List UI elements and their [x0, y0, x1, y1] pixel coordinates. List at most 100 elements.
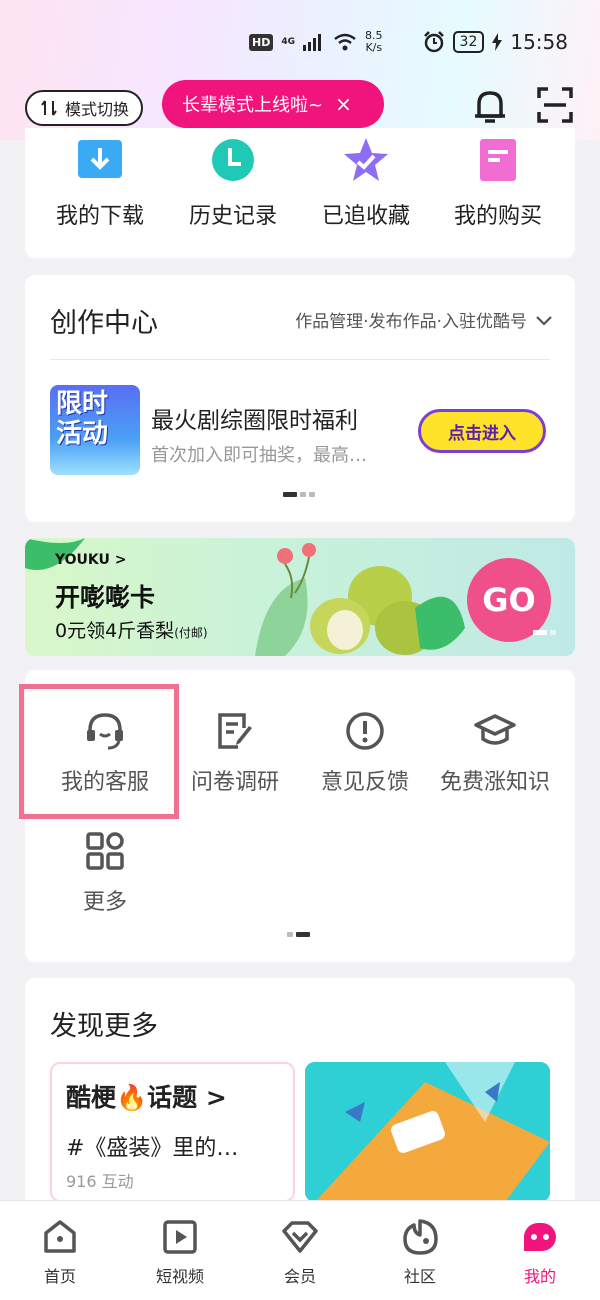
tab-profile[interactable]: 我的 — [490, 1217, 590, 1287]
pager-dot — [550, 630, 556, 635]
profile-icon — [524, 1223, 556, 1251]
service-label: 我的客服 — [60, 770, 149, 795]
promo-title[interactable]: 最火剧综圈限时福利 — [151, 401, 358, 435]
discover-card: 发现更多 酷梗🔥话题 > #《盛装》里的… 916 互动 — [25, 978, 575, 1218]
services-pager-dots — [287, 932, 310, 937]
community-icon — [403, 1219, 438, 1255]
quick-item-history[interactable]: 历史记录 — [168, 136, 298, 230]
quick-item-purchases[interactable]: 我的购买 — [433, 136, 563, 230]
pager-dot-active — [296, 932, 310, 937]
service-customer-support[interactable]: 我的客服 — [35, 710, 175, 796]
geometric-art-icon — [305, 1062, 550, 1202]
status-bar: HD 4G 8.5 K/s 32 15:58 — [0, 0, 600, 84]
topic-card[interactable]: 酷梗🔥话题 > #《盛装》里的… 916 互动 — [50, 1062, 295, 1202]
tab-label: 短视频 — [155, 1267, 204, 1286]
mode-switch-button[interactable]: 模式切换 — [25, 90, 143, 126]
status-right: 32 15:58 — [423, 30, 568, 54]
tab-short-video[interactable]: 短视频 — [130, 1217, 230, 1287]
hd-badge: HD — [249, 33, 274, 51]
quick-item-label: 我的下载 — [55, 204, 144, 229]
tab-label: 会员 — [283, 1267, 316, 1286]
bag-icon — [480, 139, 516, 181]
battery-indicator: 32 — [452, 31, 485, 53]
feedback-icon — [346, 712, 384, 750]
pear-illustration-icon — [255, 543, 465, 656]
banner-brand: YOUKU > — [55, 552, 127, 568]
elder-toast-text: 长辈模式上线啦~ — [182, 95, 324, 116]
creation-links-text: 作品管理·发布作品·入驻优酷号 — [295, 312, 527, 332]
quick-item-label: 我的购买 — [453, 204, 542, 229]
enter-button[interactable]: 点击进入 — [418, 409, 546, 453]
banner-subtitle: 0元领4斤香梨(付邮) — [55, 616, 208, 643]
survey-icon — [218, 713, 252, 749]
quick-item-label: 已追收藏 — [321, 204, 410, 229]
wifi-icon — [334, 33, 356, 51]
star-icon — [344, 138, 388, 181]
banner-title: 开嘭嘭卡 — [55, 583, 156, 612]
short-video-icon — [163, 1220, 197, 1254]
service-label: 免费涨知识 — [439, 770, 550, 795]
divider — [50, 359, 550, 360]
service-free-knowledge[interactable]: 免费涨知识 — [425, 710, 565, 796]
quick-item-favorites[interactable]: 已追收藏 — [301, 136, 431, 230]
quick-actions-card: 我的下载 历史记录 已追收藏 我的购买 — [25, 128, 575, 258]
tab-label: 社区 — [403, 1267, 436, 1286]
creation-center-card: 创作中心 作品管理·发布作品·入驻优酷号 限时活动 最火剧综圈限时福利 首次加入… — [25, 275, 575, 522]
discover-image[interactable] — [305, 1062, 550, 1202]
promo-pager-dots — [283, 492, 315, 497]
close-icon[interactable]: × — [335, 92, 352, 116]
customer-service-icon — [87, 713, 123, 750]
clock-time: 15:58 — [510, 30, 568, 54]
pager-dot — [309, 492, 315, 497]
clock-icon — [212, 139, 254, 181]
elder-mode-toast[interactable]: 长辈模式上线啦~ × — [162, 80, 384, 128]
pager-dot — [300, 492, 306, 497]
tab-community[interactable]: 社区 — [370, 1217, 470, 1287]
pager-dot-active — [533, 630, 547, 635]
swap-arrows-icon — [41, 100, 57, 116]
bottom-tab-bar: 首页 短视频 会员 社区 我的 — [0, 1200, 600, 1300]
grid-more-icon — [86, 832, 124, 870]
chevron-down-icon — [536, 315, 552, 326]
topic-text: #《盛装》里的… — [66, 1136, 239, 1161]
promo-thumb-text: 限时活动 — [56, 389, 109, 449]
promo-subtitle: 首次加入即可抽奖，最高… — [151, 445, 367, 466]
speed-unit: K/s — [365, 41, 383, 54]
status-indicators: HD 4G 8.5 K/s — [249, 30, 383, 54]
pager-dot-active — [283, 492, 297, 497]
banner-subtitle-note: (付邮) — [174, 626, 208, 640]
tab-home[interactable]: 首页 — [10, 1217, 110, 1287]
promo-banner[interactable]: YOUKU > 开嘭嘭卡 0元领4斤香梨(付邮) GO — [25, 538, 575, 656]
charging-icon — [492, 33, 503, 51]
scan-icon[interactable] — [536, 86, 574, 124]
service-survey[interactable]: 问卷调研 — [165, 710, 305, 796]
tab-vip[interactable]: 会员 — [250, 1217, 350, 1287]
topic-brand: 酷梗🔥话题 > — [66, 1078, 227, 1114]
download-icon — [78, 140, 122, 178]
topic-meta: 916 互动 — [66, 1172, 134, 1191]
network-type: 4G — [281, 37, 296, 47]
creation-center-title: 创作中心 — [50, 308, 158, 339]
creation-center-links[interactable]: 作品管理·发布作品·入驻优酷号 — [295, 307, 553, 332]
service-label: 问卷调研 — [190, 770, 279, 795]
quick-item-downloads[interactable]: 我的下载 — [35, 136, 165, 230]
banner-pager-dots — [533, 630, 556, 635]
service-label: 意见反馈 — [320, 770, 409, 795]
network-speed: 8.5 K/s — [365, 30, 383, 54]
vip-diamond-icon — [282, 1221, 318, 1253]
bell-icon[interactable] — [470, 86, 510, 126]
signal-icon — [303, 34, 322, 51]
services-card: 我的客服 问卷调研 意见反馈 免费涨知识 更多 — [25, 670, 575, 962]
mode-switch-label: 模式切换 — [64, 100, 129, 119]
pager-dot — [287, 932, 293, 937]
service-more[interactable]: 更多 — [35, 830, 175, 916]
promo-thumbnail[interactable]: 限时活动 — [50, 385, 140, 475]
banner-subtitle-text: 0元领4斤香梨 — [55, 620, 175, 642]
service-label: 更多 — [82, 890, 127, 915]
tab-label: 我的 — [523, 1267, 556, 1286]
alarm-icon — [423, 31, 444, 53]
graduation-cap-icon — [474, 714, 516, 745]
topic-arrow: > — [205, 1083, 227, 1112]
home-icon — [44, 1220, 76, 1253]
service-feedback[interactable]: 意见反馈 — [295, 710, 435, 796]
